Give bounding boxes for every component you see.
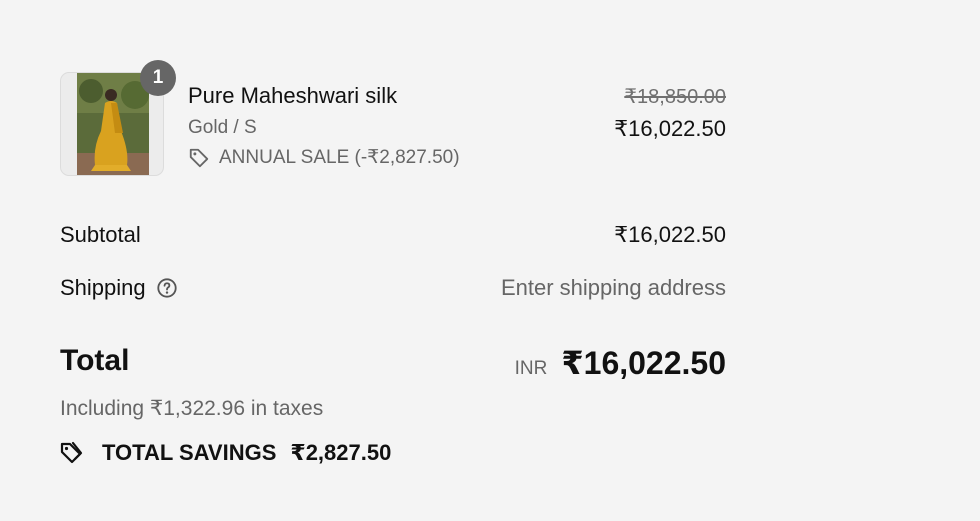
product-variant: Gold / S (188, 117, 257, 138)
quantity-badge: 1 (140, 60, 176, 96)
original-price: ₹18,850.00 (624, 86, 726, 108)
shipping-label: Shipping (60, 275, 146, 300)
product-image (77, 73, 149, 175)
total-row: Total INR ₹16,022.50 (60, 344, 726, 384)
order-summary: 1 Pure Maheshwari silk Gold / S ANNUAL S… (60, 0, 726, 521)
discount-text: ANNUAL SALE (-₹2,827.50) (219, 147, 460, 168)
currency-code: INR (514, 358, 548, 379)
total-amount: ₹16,022.50 (561, 345, 726, 381)
total-savings: TOTAL SAVINGS ₹2,827.50 (60, 440, 391, 466)
tag-icon (189, 148, 209, 167)
total-price: INR ₹16,022.50 (515, 344, 726, 382)
discounted-price: ₹16,022.50 (614, 116, 726, 141)
subtotal-label: Subtotal (60, 222, 141, 247)
tax-note: Including ₹1,322.96 in taxes (60, 397, 324, 420)
product-thumbnail-wrap: 1 (60, 60, 176, 176)
subtotal-value: ₹16,022.50 (614, 222, 726, 247)
discount-line: ANNUAL SALE (-₹2,827.50) (188, 146, 460, 169)
total-label: Total (60, 344, 130, 377)
product-title: Pure Maheshwari silk (188, 83, 398, 108)
shipping-row: Shipping Enter shipping address (60, 275, 726, 305)
tags-icon (60, 441, 83, 464)
savings-label: TOTAL SAVINGS (102, 440, 277, 465)
question-circle-icon[interactable] (156, 277, 178, 299)
savings-amount: ₹2,827.50 (290, 440, 392, 465)
shipping-value: Enter shipping address (500, 275, 726, 300)
line-item: 1 Pure Maheshwari silk Gold / S ANNUAL S… (60, 60, 726, 178)
subtotal-row: Subtotal ₹16,022.50 (60, 222, 726, 252)
shipping-label-wrap: Shipping (60, 275, 178, 301)
